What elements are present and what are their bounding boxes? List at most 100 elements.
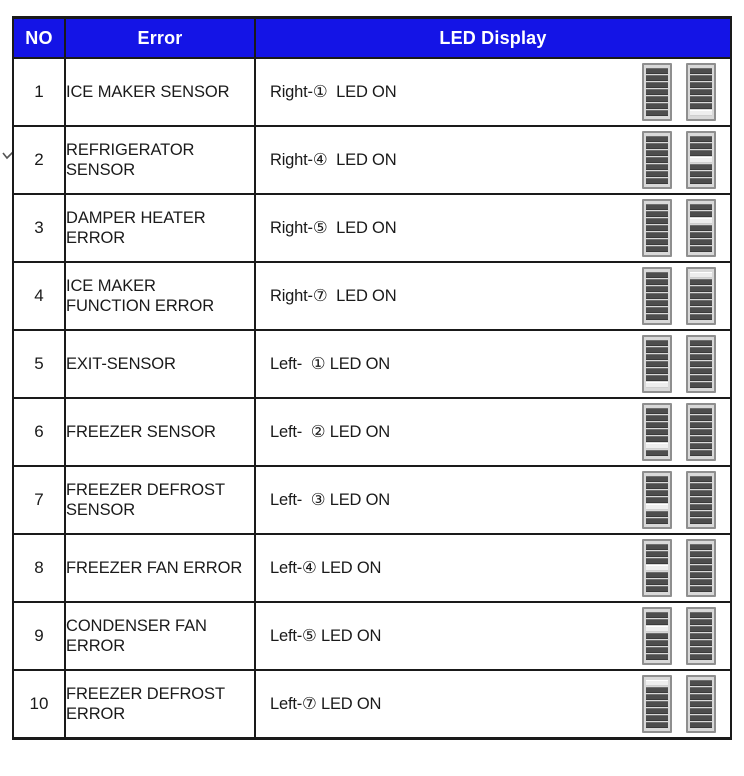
led-segment-3-off [646,353,668,360]
cell-error-name: FREEZER DEFROST ERROR [64,669,256,740]
led-display-row: Left-④ LED ON [256,535,730,601]
led-bar-left [642,539,672,597]
led-bar-right [686,675,716,733]
led-display-label: Right-① LED ON [270,83,397,101]
led-segment-2-off [646,414,668,421]
cell-led-display: Right-① LED ON [254,57,732,127]
led-segment-3-off [646,489,668,496]
led-segment-3-on [690,217,712,224]
led-segment-7-off [690,654,712,661]
cell-error-name: FREEZER FAN ERROR [64,533,256,603]
table-row: 5 EXIT-SENSOR Left- ① LED ON [12,329,732,399]
cell-led-display: Left-⑦ LED ON [254,669,732,740]
led-segment-6-off [646,647,668,654]
led-segment-1-off [646,135,668,142]
cell-error-name: ICE MAKER FUNCTION ERROR [64,261,256,331]
led-segment-1-on [690,271,712,278]
led-segment-1-off [690,339,712,346]
cell-error-name: ICE MAKER SENSOR [64,57,256,127]
led-segment-3-off [646,693,668,700]
cell-row-number: 4 [12,261,66,331]
error-name-line-1: FREEZER SENSOR [66,422,216,441]
led-segment-4-off [690,224,712,232]
led-segment-2-off [690,482,712,489]
led-segment-6-off [690,375,712,382]
led-indicator-graphic [396,199,730,257]
led-segment-6-off [690,647,712,654]
led-segment-7-off [646,110,668,117]
led-segment-2-off [690,686,712,693]
led-segment-6-off [690,511,712,518]
led-segment-3-off [690,149,712,156]
led-bar-right [686,539,716,597]
led-segment-5-off [690,300,712,307]
led-segment-2-off [646,278,668,285]
led-segment-5-off [690,96,712,103]
cell-row-number: 1 [12,57,66,127]
led-segment-5-off [690,436,712,443]
led-segment-5-off [690,232,712,239]
cell-error-name: REFRIGERATOR SENSOR [64,125,256,195]
led-segment-4-off [690,428,712,436]
led-segment-5-off [690,640,712,647]
led-indicator-graphic [381,607,730,665]
led-segment-7-off [690,518,712,525]
led-segment-4-off [646,632,668,640]
error-name-line-2: SENSOR [66,161,136,179]
led-indicator-graphic [390,335,730,393]
led-indicator-graphic [390,403,730,461]
led-segment-4-off [690,632,712,640]
led-segment-1-on [646,679,668,686]
led-display-row: Left- ① LED ON [256,331,730,397]
table-row: 3 DAMPER HEATER ERROR Right-⑤ LED ON [12,193,732,263]
cell-led-display: Left- ② LED ON [254,397,732,467]
led-indicator-graphic [396,131,730,189]
led-segment-1-off [646,407,668,414]
led-segment-6-off [646,171,668,178]
led-display-label: Left- ② LED ON [270,423,390,441]
cell-error-name: FREEZER DEFROST SENSOR [64,465,256,535]
led-segment-7-off [646,586,668,593]
led-bar-left [642,675,672,733]
led-display-row: Left-⑦ LED ON [256,671,730,737]
led-bar-right [686,267,716,325]
led-segment-1-off [690,543,712,550]
error-name-line-1: REFRIGERATOR [66,140,195,159]
led-indicator-graphic [396,63,730,121]
led-segment-2-off [690,278,712,285]
table-row: 2 REFRIGERATOR SENSOR Right-④ LED ON [12,125,732,195]
led-segment-1-off [690,679,712,686]
led-segment-4-off [646,88,668,96]
led-segment-3-off [646,421,668,428]
cell-error-name: FREEZER SENSOR [64,397,256,467]
led-segment-7-off [646,314,668,321]
led-segment-5-off [646,640,668,647]
led-segment-6-off [690,307,712,314]
led-display-row: Right-④ LED ON [256,127,730,193]
led-segment-7-off [690,586,712,593]
table-row: 4 ICE MAKER FUNCTION ERROR Right-⑦ LED ON [12,261,732,331]
led-segment-7-off [646,722,668,729]
table-row: 1 ICE MAKER SENSOR Right-① LED ON [12,57,732,127]
led-segment-3-on [646,625,668,632]
led-segment-6-off [646,307,668,314]
error-name-line-2: FUNCTION ERROR [66,297,215,315]
led-segment-5-off [646,368,668,375]
led-segment-1-off [690,67,712,74]
led-segment-3-off [646,217,668,224]
led-bar-right [686,607,716,665]
error-name-line-1: CONDENSER FAN [66,616,207,635]
led-bar-left [642,63,672,121]
column-header-led-display: LED Display [254,16,732,59]
led-segment-2-off [690,142,712,149]
led-segment-2-off [646,346,668,353]
led-segment-7-off [690,382,712,389]
led-segment-6-off [646,715,668,722]
led-bar-left [642,335,672,393]
led-bar-left [642,199,672,257]
led-segment-6-off [690,443,712,450]
led-segment-4-off [690,292,712,300]
led-segment-4-off [646,224,668,232]
led-bar-left [642,267,672,325]
led-bar-right [686,63,716,121]
